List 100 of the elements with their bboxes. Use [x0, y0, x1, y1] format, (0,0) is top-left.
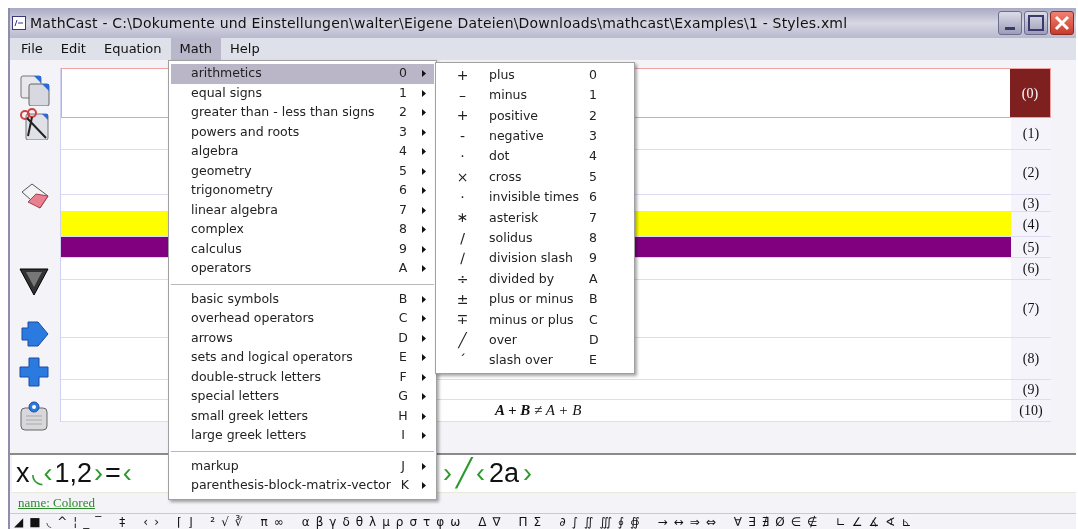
menu-entry[interactable]: sets and logical operators E	[171, 348, 434, 368]
submenu-entry[interactable]: ∓ minus or plus C	[436, 309, 634, 331]
menu-entry[interactable]: arithmetics 0	[171, 64, 434, 84]
symbol-button[interactable]: φ	[436, 515, 445, 528]
toolbar-button[interactable]	[18, 265, 50, 297]
symbol-button[interactable]: ∇	[492, 515, 501, 528]
menu-entry[interactable]: parenthesis-block-matrix-vector K	[171, 476, 434, 496]
symbol-button[interactable]: ∯	[630, 515, 640, 528]
symbol-button[interactable]: ⊾	[901, 515, 912, 528]
symbol-button[interactable]: ‾	[95, 515, 102, 528]
menu-entry[interactable]: double-struck letters F	[171, 367, 434, 387]
symbol-button[interactable]: ∃	[748, 515, 756, 528]
symbol-button[interactable]: ‹	[143, 515, 149, 528]
symbol-button[interactable]: β	[315, 515, 324, 528]
symbol-button[interactable]: ⌈	[176, 515, 182, 528]
submenu-entry[interactable]: - negative 3	[436, 126, 634, 147]
symbol-button[interactable]: ∢	[885, 515, 896, 528]
menu-entry[interactable]: complex 8	[171, 220, 434, 240]
submenu-entry[interactable]: + plus 0	[436, 65, 634, 86]
menu-entry[interactable]: calculus 9	[171, 239, 434, 259]
symbol-button[interactable]: ∂	[559, 515, 566, 528]
symbol-button[interactable]: π	[260, 515, 268, 528]
menu-entry[interactable]: trigonometry 6	[171, 181, 434, 201]
menu-entry[interactable]: large greek letters I	[171, 426, 434, 446]
equation-number[interactable]: (3)	[1011, 195, 1051, 211]
menu-entry[interactable]: operators A	[171, 259, 434, 279]
symbol-button[interactable]: ∡	[868, 515, 880, 528]
symbol-button[interactable]: δ	[342, 515, 350, 528]
symbol-button[interactable]: ›	[154, 515, 159, 528]
submenu-entry[interactable]: ÷ divided by A	[436, 268, 634, 290]
menu-entry[interactable]: powers and roots 3	[171, 122, 434, 142]
submenu-entry[interactable]: + positive 2	[436, 105, 634, 127]
symbol-button[interactable]: λ	[369, 515, 377, 528]
symbol-button[interactable]: ¦	[73, 515, 78, 528]
menu-entry[interactable]: geometry 5	[171, 161, 434, 181]
submenu-entry[interactable]: ∗ asterisk 7	[436, 207, 634, 229]
symbol-button[interactable]: Δ	[478, 515, 487, 528]
menu-entry[interactable]: special letters G	[171, 387, 434, 407]
maximize-button[interactable]	[1024, 11, 1048, 35]
equation-number[interactable]: (2)	[1011, 150, 1051, 194]
symbol-button[interactable]: ∠	[851, 515, 863, 528]
symbol-button[interactable]: ∈	[790, 515, 802, 528]
submenu-entry[interactable]: · invisible times 6	[436, 187, 634, 208]
menu-item[interactable]: Edit	[51, 38, 95, 60]
menu-entry[interactable]: small greek letters H	[171, 406, 434, 426]
symbol-button[interactable]: ∟	[835, 515, 846, 528]
symbol-button[interactable]: ↔	[673, 515, 684, 528]
symbol-button[interactable]: ■	[29, 515, 41, 528]
symbol-button[interactable]: ◟	[46, 515, 52, 528]
menu-item[interactable]: Math	[170, 38, 222, 60]
symbol-button[interactable]: ∭	[599, 515, 612, 528]
submenu-entry[interactable]: · dot 4	[436, 146, 634, 167]
symbol-button[interactable]: Ø	[775, 515, 785, 528]
symbol-button[interactable]: σ	[409, 515, 418, 528]
menu-item[interactable]: Help	[221, 38, 269, 60]
symbol-button[interactable]: _	[83, 515, 90, 528]
symbol-button[interactable]: ∞	[273, 515, 284, 528]
symbol-button[interactable]: ^	[57, 515, 68, 528]
equation-number[interactable]: (5)	[1011, 237, 1051, 257]
submenu-entry[interactable]: × cross 5	[436, 166, 634, 188]
menu-entry[interactable]: greater than - less than signs 2	[171, 103, 434, 123]
symbol-button[interactable]: ‡	[119, 515, 126, 528]
symbol-button[interactable]: ∮	[617, 515, 625, 528]
symbol-button[interactable]: Σ	[533, 515, 542, 528]
equation-number[interactable]: (7)	[1011, 280, 1051, 337]
equation-number[interactable]: (4)	[1011, 212, 1051, 236]
close-button[interactable]	[1050, 11, 1074, 35]
symbol-button[interactable]: ω	[450, 515, 461, 528]
symbol-button[interactable]: ∀	[733, 515, 742, 528]
submenu-entry[interactable]: / solidus 8	[436, 228, 634, 249]
menu-entry[interactable]: basic symbols B	[171, 289, 434, 309]
symbol-button[interactable]: α	[301, 515, 310, 528]
menu-item[interactable]: Equation	[94, 38, 171, 60]
symbol-button[interactable]: ∉	[807, 515, 818, 528]
menu-entry[interactable]: equal signs 1	[171, 83, 434, 103]
equation-number[interactable]: (0)	[1010, 69, 1050, 117]
menu-entry[interactable]: arrows D	[171, 328, 434, 348]
toolbar-button[interactable]	[18, 108, 50, 140]
symbol-button[interactable]: μ	[382, 515, 390, 528]
menu-entry[interactable]: markup J	[171, 456, 434, 476]
symbol-button[interactable]: τ	[423, 515, 431, 528]
equation-number[interactable]: (1)	[1011, 118, 1051, 149]
symbol-button[interactable]: ²	[210, 515, 216, 528]
symbol-button[interactable]: ⇒	[689, 515, 700, 528]
symbol-button[interactable]: ∛	[234, 515, 243, 528]
symbol-button[interactable]: γ	[329, 515, 337, 528]
menu-entry[interactable]: linear algebra 7	[171, 200, 434, 220]
symbol-button[interactable]: √	[221, 515, 229, 528]
submenu-entry[interactable]: ˊ slash over E	[436, 350, 634, 371]
submenu-entry[interactable]: ± plus or minus B	[436, 289, 634, 310]
minimize-button[interactable]	[998, 11, 1022, 35]
menu-item[interactable]: File	[12, 38, 52, 60]
symbol-button[interactable]: ⇔	[705, 515, 716, 528]
submenu-entry[interactable]: – minus 1	[436, 85, 634, 106]
equation-number[interactable]: (9)	[1011, 380, 1051, 399]
equation-number[interactable]: (8)	[1011, 338, 1051, 379]
symbol-button[interactable]: ρ	[395, 515, 404, 528]
symbol-button[interactable]: θ	[355, 515, 364, 528]
submenu-entry[interactable]: ∕ division slash 9	[436, 248, 634, 269]
symbol-button[interactable]: ∬	[583, 515, 594, 528]
